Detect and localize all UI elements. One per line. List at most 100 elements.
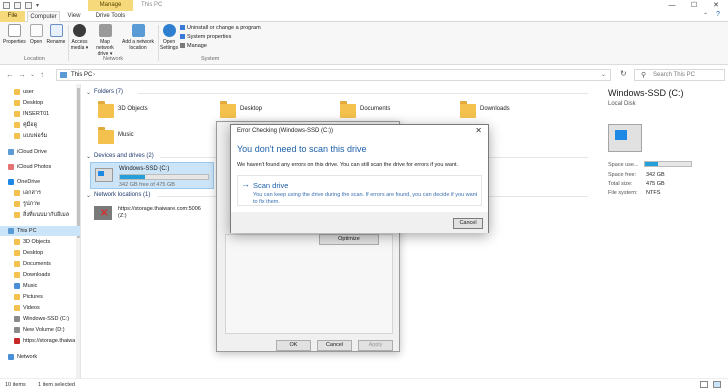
properties-label: Properties — [3, 39, 26, 45]
address-dropdown-icon[interactable]: ⌄ — [601, 71, 606, 78]
chevron-down-icon[interactable]: ⌄ — [86, 89, 91, 96]
sidebar-item[interactable]: Documents — [0, 259, 80, 269]
address-input[interactable]: This PC › ⌄ — [56, 69, 611, 81]
music-folder-icon — [98, 127, 114, 144]
title-bar: ▾ Manage This PC — ☐ ✕ — [0, 0, 728, 11]
open-button[interactable]: Open — [28, 24, 44, 45]
maximize-button[interactable]: ☐ — [683, 0, 705, 11]
sidebar-item-label: เอกสาร — [23, 190, 41, 196]
sidebar-item[interactable]: New Volume (D:) — [0, 325, 80, 335]
search-input[interactable]: ⚲ Search This PC — [634, 69, 725, 81]
space-used-bar — [644, 161, 692, 167]
sidebar-item[interactable]: Videos — [0, 303, 80, 313]
system-properties-button[interactable]: System properties — [180, 34, 231, 40]
sidebar-item[interactable]: 3D Objects — [0, 237, 80, 247]
tab-drive-tools[interactable]: Drive Tools — [88, 11, 133, 22]
sidebar-item[interactable]: user — [0, 87, 80, 97]
props-cancel-button[interactable]: Cancel — [317, 340, 352, 351]
space-free-value: 342 GB — [646, 172, 665, 178]
map-network-drive-button[interactable]: Map network drive ▾ — [91, 24, 119, 57]
folder-icon — [340, 101, 356, 118]
dialog-close-button[interactable]: ✕ — [475, 126, 482, 135]
help-icon[interactable]: ? — [716, 11, 720, 18]
properties-button[interactable]: Properties — [3, 24, 26, 45]
ribbon-collapse-icon[interactable]: ⌃ — [703, 12, 708, 19]
network-location-letter: (Z:) — [118, 213, 127, 219]
folder-icon — [14, 305, 20, 311]
chevron-down-icon[interactable]: ⌄ — [86, 192, 91, 199]
sidebar-item[interactable]: Downloads — [0, 270, 80, 280]
chevron-down-icon[interactable]: ⌄ — [86, 153, 91, 160]
sidebar-item-label: แบบฟอร์ม — [23, 133, 48, 139]
props-apply-button[interactable]: Apply — [358, 340, 393, 351]
app-icon — [3, 2, 10, 9]
forward-icon[interactable]: → — [18, 70, 26, 79]
large-icons-view-icon[interactable] — [713, 381, 721, 388]
sidebar-item[interactable]: รูปภาพ — [0, 199, 80, 209]
tab-file[interactable]: File — [0, 11, 25, 22]
folders-header[interactable]: Folders (7) — [94, 89, 123, 95]
sidebar-item-label: INSERT01 — [23, 111, 50, 117]
new-folder-quick-icon[interactable] — [25, 2, 32, 9]
props-ok-button[interactable]: OK — [276, 340, 311, 351]
scan-drive-option[interactable]: → Scan drive You can keep using the driv… — [237, 175, 482, 206]
details-view-icon[interactable] — [700, 381, 708, 388]
devices-header[interactable]: Devices and drives (2) — [94, 153, 154, 159]
network-location-z[interactable]: ✕ https://storage.thaiware.com:5006 (Z:) — [94, 204, 234, 224]
add-network-location-button[interactable]: Add a network location — [121, 24, 155, 51]
uninstall-program-button[interactable]: Uninstall or change a program — [180, 25, 261, 31]
sidebar-item[interactable]: This PC — [0, 226, 80, 236]
close-button[interactable]: ✕ — [705, 0, 727, 11]
sidebar-item[interactable]: แบบฟอร์ม — [0, 131, 80, 141]
up-icon[interactable]: ↑ — [40, 70, 44, 79]
refresh-icon[interactable]: ↻ — [620, 69, 627, 78]
network-drive-icon — [14, 338, 20, 344]
manage-tab[interactable]: Manage — [88, 0, 133, 11]
tab-view[interactable]: View — [64, 11, 84, 22]
sidebar-item[interactable]: สิ่งที่แนบมากับอีเมล — [0, 210, 80, 220]
rename-icon — [49, 24, 63, 37]
quick-access-dropdown-icon[interactable]: ▾ — [36, 2, 39, 9]
uninstall-icon — [180, 25, 185, 31]
recent-locations-icon[interactable]: ⌄ — [30, 71, 35, 78]
dialog-body-text: We haven't found any errors on this driv… — [237, 162, 459, 168]
sidebar-item[interactable]: Windows-SSD (C:) — [0, 314, 80, 324]
access-media-button[interactable]: Access media ▾ — [70, 24, 89, 51]
manage-button[interactable]: Manage — [180, 43, 207, 49]
sidebar-item[interactable]: Music — [0, 281, 80, 291]
sidebar-item[interactable]: เอกสาร — [0, 188, 80, 198]
path-chevron-icon[interactable]: › — [93, 72, 95, 78]
properties-quick-icon[interactable] — [14, 2, 21, 9]
rename-button[interactable]: Rename — [46, 24, 66, 45]
sidebar-item[interactable]: https://storage.thaiwa — [0, 336, 80, 346]
open-settings-button[interactable]: Open Settings — [160, 24, 178, 51]
address-path: This PC — [71, 72, 93, 78]
selection-count: 1 item selected — [38, 382, 75, 388]
sidebar-item[interactable]: iCloud Photos — [0, 162, 80, 172]
sidebar-item[interactable]: Network — [0, 352, 80, 362]
optimize-button[interactable]: Optimize — [319, 234, 379, 245]
back-icon[interactable]: ← — [6, 70, 14, 79]
network-header[interactable]: Network locations (1) — [94, 192, 150, 198]
tab-computer[interactable]: Computer — [27, 11, 60, 22]
folder-3d-objects[interactable]: 3D Objects — [98, 101, 158, 128]
dialog-cancel-button[interactable]: Cancel — [453, 218, 483, 229]
sidebar-item-label: iCloud Photos — [17, 164, 52, 170]
search-placeholder: Search This PC — [653, 72, 695, 78]
folder-icon — [14, 111, 20, 117]
drive-name: Windows-SSD (C:) — [119, 166, 170, 172]
sidebar-item[interactable]: Pictures — [0, 292, 80, 302]
sidebar-item[interactable]: OneDrive — [0, 177, 80, 187]
window-title: This PC — [141, 2, 163, 8]
sidebar-item[interactable]: Desktop — [0, 248, 80, 258]
sidebar-item[interactable]: คู่มือดู — [0, 120, 80, 130]
drive-tile-c[interactable]: Windows-SSD (C:) 342 GB free of 475 GB — [90, 162, 214, 189]
sidebar-item[interactable]: INSERT01 — [0, 109, 80, 119]
sidebar-item-label: Downloads — [23, 272, 51, 278]
folder-music[interactable]: Music — [98, 127, 158, 154]
sidebar-item[interactable]: iCloud Drive — [0, 147, 80, 157]
sidebar-item-label: Pictures — [23, 294, 43, 300]
sidebar-item[interactable]: Desktop — [0, 98, 80, 108]
minimize-button[interactable]: — — [661, 0, 683, 11]
sidebar-item-label: This PC — [17, 228, 37, 234]
